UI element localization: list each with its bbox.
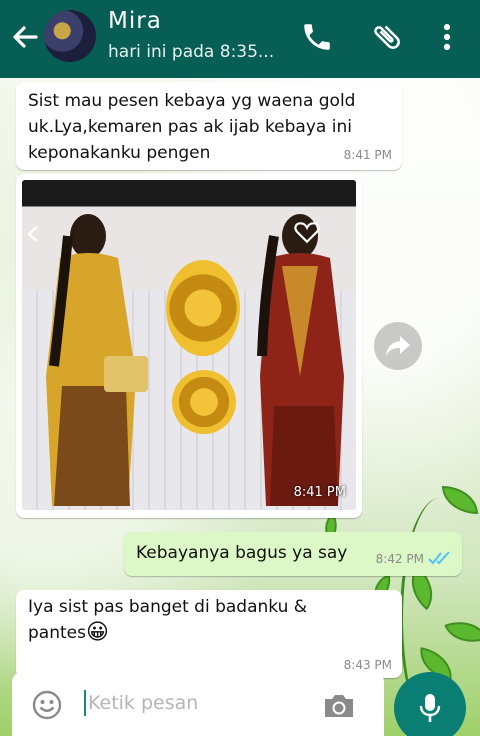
message-line: Iya sist pas banget di badanku & — [28, 597, 308, 617]
phone-icon[interactable] — [300, 20, 334, 54]
camera-icon[interactable] — [322, 692, 356, 720]
message-input-bar[interactable]: Ketik pesan — [12, 672, 384, 736]
forward-button[interactable] — [374, 322, 422, 370]
image-time: 8:41 PM — [293, 485, 346, 500]
message-bubble-outgoing[interactable]: Kebayanya bagus ya say 8:42 PM — [124, 532, 462, 576]
last-seen-status[interactable]: hari ini pada 8:35... — [108, 42, 274, 62]
paperclip-icon[interactable] — [370, 20, 404, 54]
photo-ornament — [166, 260, 240, 356]
message-text: Kebayanya bagus ya say — [136, 543, 348, 563]
message-time: 8:42 PM — [375, 552, 424, 566]
text-cursor — [84, 690, 86, 716]
message-line: Sist mau pesen kebaya yg waena gold — [28, 91, 356, 111]
photo-figure-gold — [46, 214, 148, 506]
kebaya-photo[interactable]: 8:41 PM — [22, 180, 356, 510]
mic-icon — [419, 694, 441, 722]
message-time: 8:41 PM — [343, 148, 392, 162]
emoji-icon[interactable] — [32, 690, 62, 720]
message-input[interactable]: Ketik pesan — [88, 692, 198, 714]
message-line: keponakanku pengen — [28, 143, 211, 163]
message-bubble-incoming[interactable]: Sist mau pesen kebaya yg waena gold uk.L… — [16, 82, 402, 170]
avatar[interactable] — [44, 10, 96, 62]
message-time: 8:43 PM — [343, 658, 392, 672]
chat-area[interactable]: Sist mau pesen kebaya yg waena gold uk.L… — [0, 78, 480, 736]
message-text: Iya sist pas banget di badanku & pantes😀 — [28, 594, 307, 646]
voice-record-button[interactable] — [394, 672, 466, 736]
message-line-text: pantes — [28, 623, 86, 643]
forward-icon — [386, 336, 410, 356]
chat-header: Mira hari ini pada 8:35... — [0, 0, 480, 78]
back-arrow-icon[interactable] — [10, 22, 40, 52]
message-line: uk.Lya,kemaren pas ak ijab kebaya ini — [28, 117, 352, 137]
photo-ornament — [172, 370, 236, 434]
heart-icon — [294, 222, 320, 244]
grinning-emoji: 😀 — [85, 620, 109, 645]
message-text: Sist mau pesen kebaya yg waena gold uk.L… — [28, 88, 355, 166]
message-bubble-incoming[interactable]: Iya sist pas banget di badanku & pantes😀… — [16, 590, 402, 678]
photo-figure-red — [257, 214, 344, 506]
read-ticks-icon — [428, 551, 450, 565]
chevron-left-icon — [27, 226, 38, 242]
contact-name[interactable]: Mira — [108, 8, 162, 34]
more-vert-icon[interactable] — [430, 20, 464, 54]
message-bubble-image[interactable]: 8:41 PM — [16, 174, 362, 518]
message-line: pantes😀 — [28, 620, 307, 646]
